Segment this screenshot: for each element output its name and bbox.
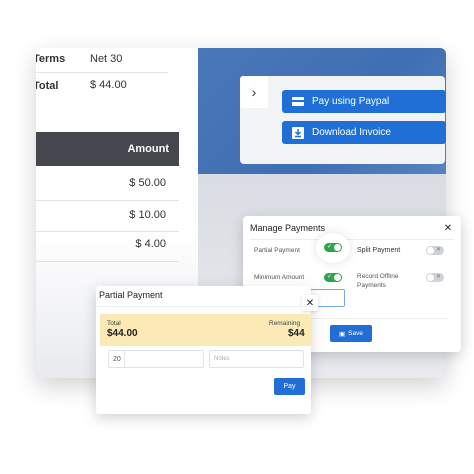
remaining-value: $44 [288, 328, 305, 339]
credit-card-icon [292, 97, 304, 106]
toggle-knob [334, 274, 341, 281]
divider [36, 231, 179, 232]
total-label: Total [36, 80, 59, 92]
check-icon: ✓ [327, 244, 333, 250]
notes-input[interactable]: Notes [209, 350, 304, 368]
download-invoice-label: Download Invoice [312, 127, 391, 138]
minimum-amount-label: Minimum Amount [254, 274, 305, 281]
total-value: $ 44.00 [90, 79, 127, 91]
split-payment-toggle[interactable]: ✕ [426, 246, 444, 255]
close-icon[interactable]: ✕ [440, 220, 456, 236]
close-icon[interactable]: ✕ [302, 295, 318, 311]
toggle-knob [427, 274, 434, 281]
divider [36, 72, 168, 73]
divider [36, 261, 179, 262]
remaining-label: Remaining [269, 320, 301, 327]
manage-payments-title: Manage Payments [250, 223, 326, 233]
save-label: Save [348, 330, 363, 337]
amount-header-label: Amount [127, 143, 169, 155]
amount-table-header: Amount [36, 132, 179, 166]
save-button[interactable]: ▣ Save [330, 325, 372, 342]
partial-payment-title: Partial Payment [99, 290, 163, 300]
split-payment-label: Split Payment [357, 247, 401, 254]
x-icon: ✕ [435, 247, 441, 253]
amount-cell: $ 4.00 [135, 238, 166, 250]
pay-button[interactable]: Pay [274, 378, 305, 395]
divider [250, 239, 454, 240]
terms-value: Net 30 [90, 53, 123, 65]
toggle-knob [427, 247, 434, 254]
terms-label: Terms [36, 53, 66, 65]
divider [96, 306, 311, 307]
record-offline-toggle[interactable]: ✕ [426, 273, 444, 282]
x-icon: ✕ [435, 274, 441, 280]
check-icon: ✓ [327, 274, 333, 280]
divider [36, 200, 179, 201]
chevron-right-icon[interactable]: › [240, 76, 268, 108]
partial-payment-toggle[interactable]: ✓ [324, 243, 342, 252]
notes-placeholder: Notes [214, 356, 230, 362]
download-invoice-button[interactable]: Download Invoice [282, 121, 446, 144]
minimum-amount-toggle[interactable]: ✓ [324, 273, 342, 282]
amount-cell: $ 10.00 [129, 209, 166, 221]
toggle-knob [334, 244, 341, 251]
save-icon: ▣ [339, 330, 346, 338]
record-offline-label: Record Offline Payments [357, 273, 399, 289]
total-value: $44.00 [107, 328, 138, 339]
pay-paypal-label: Pay using Paypal [312, 96, 390, 107]
download-icon [292, 126, 304, 139]
payment-amount-input[interactable]: 20 [108, 350, 204, 368]
partial-payment-label: Partial Payment [254, 247, 300, 254]
divider [124, 351, 125, 367]
pay-paypal-button[interactable]: Pay using Paypal [282, 90, 446, 113]
total-label: Total [107, 320, 121, 327]
amount-cell: $ 50.00 [129, 177, 166, 189]
